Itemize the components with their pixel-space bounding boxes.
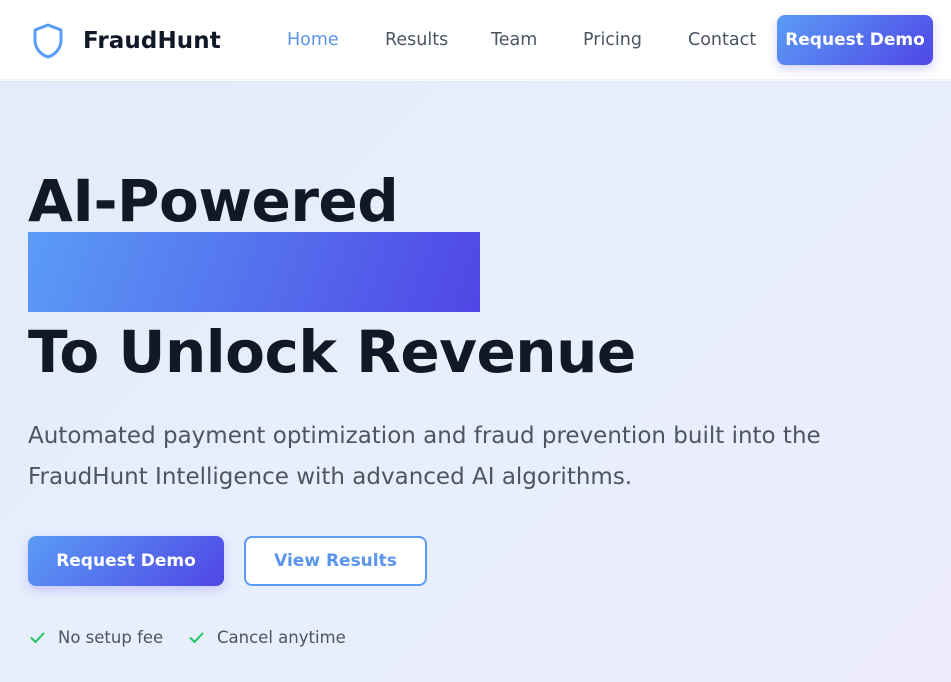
nav-link-results[interactable]: Results <box>385 30 448 50</box>
nav-link-pricing[interactable]: Pricing <box>583 30 642 50</box>
feature-no-setup-fee: No setup fee <box>29 628 163 647</box>
nav-link-contact[interactable]: Contact <box>688 30 756 50</box>
top-navigation: FraudHunt Home Results Team Pricing Cont… <box>0 0 951 80</box>
nav-link-home[interactable]: Home <box>287 30 339 50</box>
hero-section: AI-Powered To Unlock Revenue Automated p… <box>0 81 951 682</box>
check-icon <box>189 632 204 643</box>
landing-page: FraudHunt Home Results Team Pricing Cont… <box>0 0 951 682</box>
brand-name: FraudHunt <box>83 28 221 54</box>
hero-headline-line3: To Unlock Revenue <box>28 318 636 386</box>
nav-request-demo-button[interactable]: Request Demo <box>777 15 933 65</box>
feature-cancel-anytime: Cancel anytime <box>188 628 346 647</box>
check-icon <box>30 632 45 643</box>
request-demo-button[interactable]: Request Demo <box>28 536 224 586</box>
shield-icon <box>33 23 63 59</box>
nav-link-team[interactable]: Team <box>491 30 537 50</box>
brand-logo[interactable]: FraudHunt <box>30 21 221 61</box>
feature-label: No setup fee <box>58 628 164 647</box>
hero-headline-highlight-bar <box>28 232 480 312</box>
hero-headline-line1: AI-Powered <box>28 167 399 235</box>
view-results-button[interactable]: View Results <box>244 536 427 586</box>
hero-description: Automated payment optimization and fraud… <box>28 423 821 490</box>
feature-label: Cancel anytime <box>217 628 346 647</box>
